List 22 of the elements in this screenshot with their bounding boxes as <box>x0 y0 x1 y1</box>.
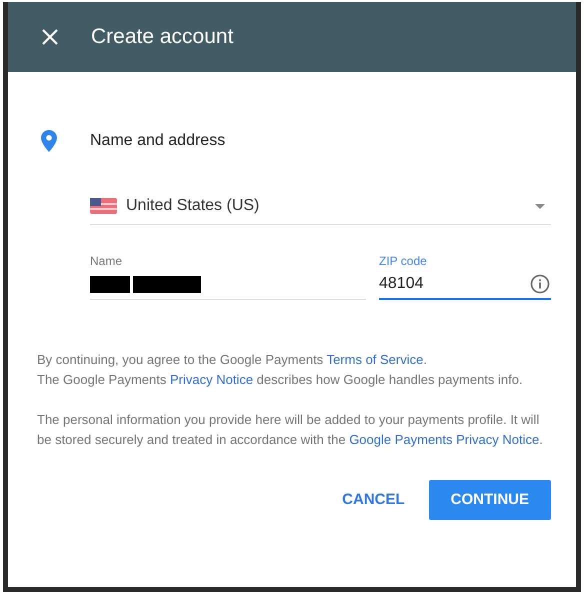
cancel-button[interactable]: CANCEL <box>334 480 413 520</box>
flag-icon <box>90 198 117 214</box>
policy-link[interactable]: Privacy Notice <box>170 372 254 387</box>
country-value: United States (US) <box>126 196 260 216</box>
location-pin-icon <box>41 130 57 152</box>
policy-link[interactable]: Google Payments Privacy Notice <box>349 432 540 447</box>
dropdown-caret-icon <box>535 204 545 208</box>
redaction-bar <box>90 276 130 293</box>
dialog-title: Create account <box>91 24 234 50</box>
field-label: ZIP code <box>379 253 428 270</box>
input-field[interactable]: 48104 <box>379 270 551 300</box>
section-title: Name and address <box>90 131 226 151</box>
continue-button[interactable]: CONTINUE <box>428 480 551 520</box>
field-label: Name <box>90 253 124 270</box>
notice-paragraph: By continuing, you agree to the Google Payments Terms of Service. The Google Payments Privacy Notice describes how Google handles payments info. <box>37 351 524 389</box>
redaction-bar <box>133 276 201 293</box>
info-icon[interactable] <box>530 274 550 294</box>
notice-paragraph: The personal information you provide here will be added to your payments profile. It will be stored securely and treated in accordance with the Google Payments Privacy Notice. <box>37 411 544 449</box>
policy-link[interactable]: Terms of Service <box>326 352 424 367</box>
zip-value: 48104 <box>379 272 530 296</box>
country-select[interactable]: United States (US) <box>90 188 551 225</box>
close-icon[interactable] <box>41 28 59 46</box>
